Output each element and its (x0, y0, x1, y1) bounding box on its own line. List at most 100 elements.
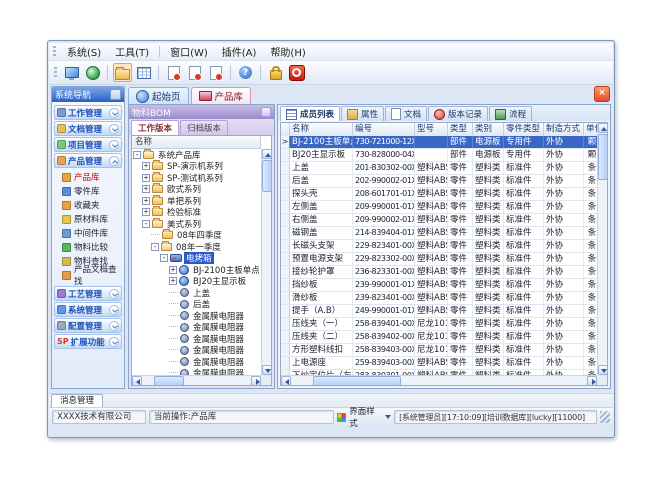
doc-action-icon-1-button[interactable] (164, 63, 183, 82)
chevron-down-icon[interactable] (109, 108, 119, 118)
table-row[interactable]: 左侧盖209-990001-01X塑料ABS零件塑料类标准件外协条 (281, 201, 597, 214)
table-row[interactable]: 提手（A.B）249-990001-01X塑料ABS零件塑料类标准件外协条 (281, 305, 597, 318)
power-icon-button[interactable] (287, 63, 306, 82)
detail-tab[interactable]: 文档 (385, 106, 427, 121)
menu-item[interactable]: 工具(T) (108, 43, 156, 60)
table-row[interactable]: 右侧盖209-990002-01X塑料ABS零件塑料类标准件外协条 (281, 214, 597, 227)
tree-expander[interactable]: + (142, 197, 150, 205)
chevron-down-icon[interactable] (109, 321, 119, 331)
doc-tab[interactable]: 产品库 (191, 87, 252, 104)
chevron-up-icon[interactable] (109, 156, 119, 166)
scroll-thumb[interactable] (598, 134, 608, 180)
scroll-right-button[interactable] (251, 376, 261, 386)
sidebar-group[interactable]: 产品管理 (54, 153, 122, 168)
table-row[interactable]: 滑纱板239-823401-00X塑料ABS零件塑料类标准件外协条 (281, 292, 597, 305)
column-header[interactable]: 编号 (353, 123, 415, 136)
scroll-down-button[interactable] (598, 365, 608, 375)
doc-action-icon-2-button[interactable] (185, 63, 204, 82)
tree-expander[interactable]: + (142, 174, 150, 182)
bom-version-tab[interactable]: 工作版本 (131, 120, 179, 135)
menu-item[interactable]: 帮助(H) (263, 43, 312, 60)
tree-expander[interactable]: + (142, 208, 150, 216)
globe-icon-button[interactable] (83, 63, 102, 82)
table-row[interactable]: 上电源座259-839403-00X塑料ABS零件塑料类标准件外协条 (281, 357, 597, 370)
sidebar-item[interactable]: 原材料库 (53, 212, 123, 226)
sidebar-item[interactable]: 零件库 (53, 184, 123, 198)
scroll-thumb[interactable] (313, 376, 401, 386)
tree-node[interactable]: 金属膜电阻器 (132, 310, 261, 322)
scroll-up-button[interactable] (598, 123, 608, 133)
detail-tab[interactable]: 流程 (489, 106, 532, 121)
tree-node[interactable]: 08年四季度 (132, 230, 261, 242)
tree-node[interactable]: +SP-测试机系列 (132, 172, 261, 184)
table-row[interactable]: 磁钢盖214-839404-01X塑料ABS零件塑料类标准件外协条 (281, 227, 597, 240)
tree-horizontal-scrollbar[interactable] (132, 375, 261, 385)
detail-tab[interactable]: 成员列表 (280, 106, 340, 121)
tree-expander[interactable]: - (151, 243, 159, 251)
scroll-left-button[interactable] (281, 376, 291, 386)
sidebar-item[interactable]: 产品文档查找 (53, 268, 123, 282)
tree-node[interactable]: +单把系列 (132, 195, 261, 207)
scroll-down-button[interactable] (262, 365, 272, 375)
scroll-thumb[interactable] (262, 160, 272, 192)
scroll-right-button[interactable] (587, 376, 597, 386)
tree-node[interactable]: +欧式系列 (132, 184, 261, 196)
doc-tab[interactable]: 起始页 (128, 87, 189, 104)
sidebar-group[interactable]: 工艺管理 (54, 286, 122, 301)
grid-icon-button[interactable] (134, 63, 153, 82)
table-row[interactable]: 上盖201-830302-00X塑料ABS零件塑料类标准件外协条 (281, 162, 597, 175)
tree-vertical-scrollbar[interactable] (261, 149, 271, 375)
column-header[interactable]: 零件类型 (504, 123, 544, 136)
detail-tab[interactable]: 版本记录 (428, 106, 488, 121)
table-row[interactable]: 探头壳208-601701-01X塑料ABS零件塑料类标准件外协条 (281, 188, 597, 201)
table-row[interactable]: 方形塑料线扣258-839403-00X尼龙1010零件塑料类标准件外协条 (281, 344, 597, 357)
tree-expander[interactable]: + (142, 162, 150, 170)
menu-item[interactable]: 系统(S) (60, 43, 108, 60)
table-row[interactable]: 挡纱板239-990001-01X塑料ABS零件塑料类标准件外协条 (281, 279, 597, 292)
sidebar-item[interactable]: 物料比较 (53, 240, 123, 254)
tree-expander[interactable]: - (160, 254, 168, 262)
chevron-down-icon[interactable] (109, 337, 119, 347)
tree-expander[interactable]: - (133, 151, 141, 159)
bom-panel-pin-button[interactable] (261, 107, 271, 117)
close-tab-button[interactable] (594, 86, 610, 102)
sidebar-item[interactable]: 中间件库 (53, 226, 123, 240)
table-row[interactable]: BJ20主显示板730-828000-04X部件电源板专用件外协颗 (281, 149, 597, 162)
tree-node[interactable]: 金属膜电阻器 (132, 333, 261, 345)
table-row[interactable]: 后盖202-990002-01X塑料ABS零件塑料类标准件外协条 (281, 175, 597, 188)
tree-column-header[interactable]: 名称 (132, 136, 261, 149)
column-header[interactable]: 类别 (473, 123, 504, 136)
doc-action-icon-3-button[interactable] (206, 63, 225, 82)
column-header[interactable]: 类型 (448, 123, 473, 136)
tree-node[interactable]: -电烤箱 (132, 253, 261, 265)
monitor-icon-button[interactable] (62, 63, 81, 82)
tree-expander[interactable]: - (142, 220, 150, 228)
menubar-grip[interactable] (53, 46, 56, 58)
column-header[interactable]: 型号 (415, 123, 448, 136)
column-header[interactable]: 制造方式 (544, 123, 584, 136)
menu-item[interactable]: 窗口(W) (163, 43, 215, 60)
folder-icon-button[interactable] (113, 63, 132, 82)
toolbar-grip[interactable] (54, 67, 57, 79)
bom-version-tab[interactable]: 归档版本 (180, 120, 228, 135)
table-row[interactable]: 压线夹（一）258-839401-00X尼龙1010零件塑料类标准件外协条 (281, 318, 597, 331)
tree-node[interactable]: 金属膜电阻器 (132, 356, 261, 368)
sidebar-item[interactable]: 产品库 (53, 170, 123, 184)
sidebar-group[interactable]: 系统管理 (54, 302, 122, 317)
table-horizontal-scrollbar[interactable] (281, 375, 597, 385)
tree-node[interactable]: 金属膜电阻器 (132, 368, 261, 376)
tree-node[interactable]: +BJ-2100主板单点 (132, 264, 261, 276)
table-row[interactable]: >BJ-2100主板单点730-721000-12X部件电源板专用件外协颗 (281, 136, 597, 149)
tree-node[interactable]: +BJ20主显示板 (132, 276, 261, 288)
sidebar-group[interactable]: 文档管理 (54, 121, 122, 136)
detail-tab[interactable]: 属性 (341, 106, 384, 121)
tree-node[interactable]: +SP-演示机系列 (132, 161, 261, 173)
chevron-down-icon[interactable] (109, 124, 119, 134)
ui-style-selector[interactable]: 界面样式 (337, 405, 391, 429)
table-row[interactable]: 压线夹（二）258-839402-00X尼龙1010零件塑料类标准件外协条 (281, 331, 597, 344)
tree-node[interactable]: 后盖 (132, 299, 261, 311)
chevron-down-icon[interactable] (109, 305, 119, 315)
tree-node[interactable]: -美式系列 (132, 218, 261, 230)
tree-expander[interactable]: + (169, 266, 177, 274)
sidebar-group[interactable]: 配置管理 (54, 318, 122, 333)
